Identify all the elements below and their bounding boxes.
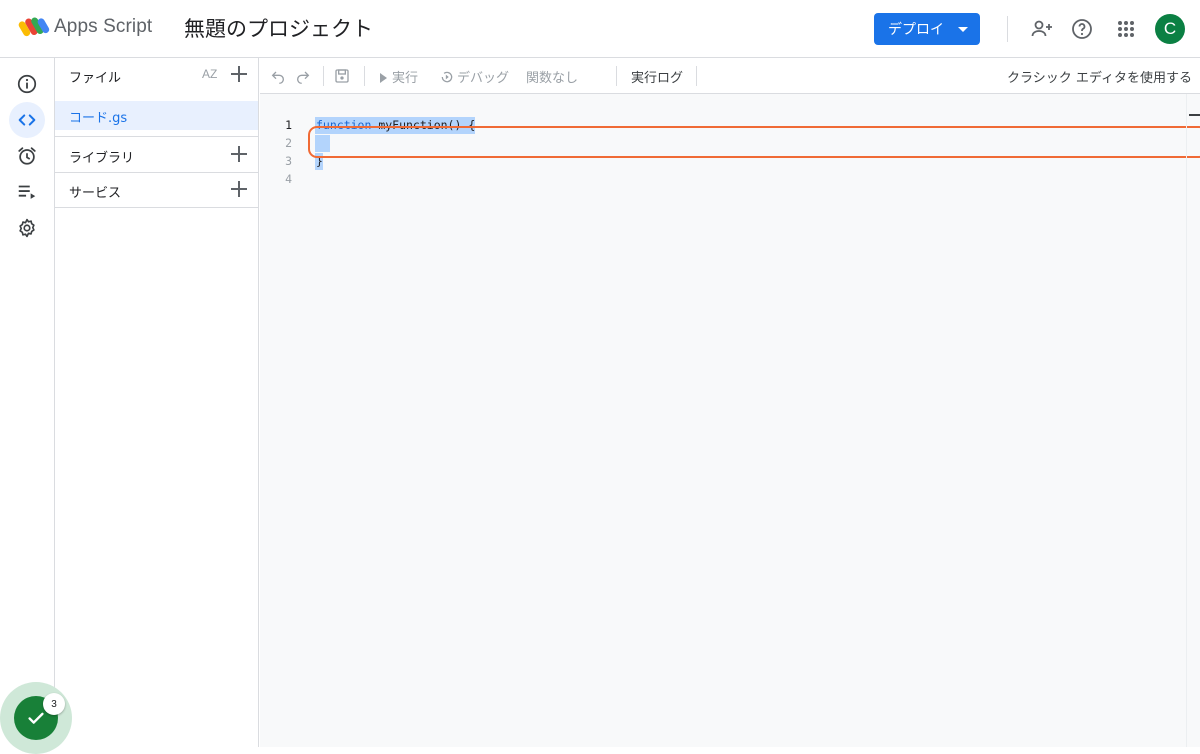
help-icon[interactable] xyxy=(1070,17,1094,41)
avatar[interactable]: C xyxy=(1155,14,1185,44)
toolbar-divider xyxy=(364,66,365,86)
play-icon xyxy=(380,73,387,83)
files-section-header: ファイル AZ xyxy=(55,58,258,92)
line-number: 4 xyxy=(285,172,292,186)
line-number: 3 xyxy=(285,154,292,168)
app-name: Apps Script xyxy=(54,16,153,37)
add-file-icon[interactable] xyxy=(230,65,248,83)
debug-icon xyxy=(441,71,453,83)
rail-item-executions[interactable] xyxy=(9,174,45,210)
overview-ruler-mark xyxy=(1189,114,1200,116)
files-label: ファイル xyxy=(69,71,122,86)
debug-label: デバッグ xyxy=(457,71,510,86)
toolbar-divider xyxy=(616,66,617,86)
sort-az-icon[interactable]: AZ xyxy=(202,66,222,84)
code-line: 4 xyxy=(260,170,1200,188)
divider xyxy=(55,207,258,208)
rail-item-editor[interactable] xyxy=(9,102,45,138)
function-select[interactable]: 関数なし xyxy=(526,67,578,86)
alarm-clock-icon xyxy=(18,147,36,165)
gear-icon xyxy=(19,218,35,238)
top-app-bar: Apps Script 無題のプロジェクト デプロイ C xyxy=(0,0,1200,58)
rail-item-settings[interactable] xyxy=(9,210,45,246)
debug-button[interactable]: デバッグ xyxy=(440,67,509,86)
execution-log-button[interactable]: 実行ログ xyxy=(631,67,683,86)
scrollbar[interactable] xyxy=(1186,94,1200,747)
libraries-section-header: ライブラリ xyxy=(55,138,258,172)
info-icon xyxy=(17,74,37,94)
file-item-code-gs[interactable]: コード.gs xyxy=(55,101,258,130)
code-icon xyxy=(18,114,36,126)
deploy-button-label: デプロイ xyxy=(888,22,944,38)
add-service-icon[interactable] xyxy=(230,180,248,198)
editor-toolbar: 実行 デバッグ 関数なし 実行ログ クラシック エディタを使用する xyxy=(260,58,1200,94)
header-divider xyxy=(1007,16,1008,42)
rail-item-overview[interactable] xyxy=(9,66,45,102)
executions-icon xyxy=(18,185,36,199)
project-title[interactable]: 無題のプロジェクト xyxy=(184,13,373,43)
apps-script-logo xyxy=(18,17,50,37)
run-label: 実行 xyxy=(392,71,419,86)
code-editor[interactable]: 1 function myFunction() { 2 3 } 4 xyxy=(260,94,1200,747)
check-icon xyxy=(28,712,44,724)
redo-icon[interactable] xyxy=(295,68,311,84)
line-number: 2 xyxy=(285,136,292,150)
toolbar-divider xyxy=(696,66,697,86)
services-label: サービス xyxy=(69,186,122,201)
notification-count-badge: 3 xyxy=(43,693,65,715)
apps-grid-icon[interactable] xyxy=(1114,17,1138,41)
file-name: コード.gs xyxy=(69,111,128,126)
rail-item-triggers[interactable] xyxy=(9,138,45,174)
services-section-header: サービス xyxy=(55,173,258,207)
highlight-annotation xyxy=(308,126,1200,158)
add-person-icon[interactable] xyxy=(1030,17,1054,41)
classic-editor-link[interactable]: クラシック エディタを使用する xyxy=(1007,67,1192,86)
files-panel: ファイル AZ コード.gs ライブラリ サービス xyxy=(55,58,259,747)
caret-down-icon xyxy=(958,27,968,32)
run-button[interactable]: 実行 xyxy=(380,67,418,86)
undo-icon[interactable] xyxy=(270,68,286,84)
line-number: 1 xyxy=(285,118,292,132)
add-library-icon[interactable] xyxy=(230,145,248,163)
divider xyxy=(55,136,258,137)
navigation-rail xyxy=(0,58,55,747)
libraries-label: ライブラリ xyxy=(69,151,135,166)
save-icon[interactable] xyxy=(334,68,350,84)
deploy-button[interactable]: デプロイ xyxy=(874,13,980,45)
toolbar-divider xyxy=(323,66,324,86)
